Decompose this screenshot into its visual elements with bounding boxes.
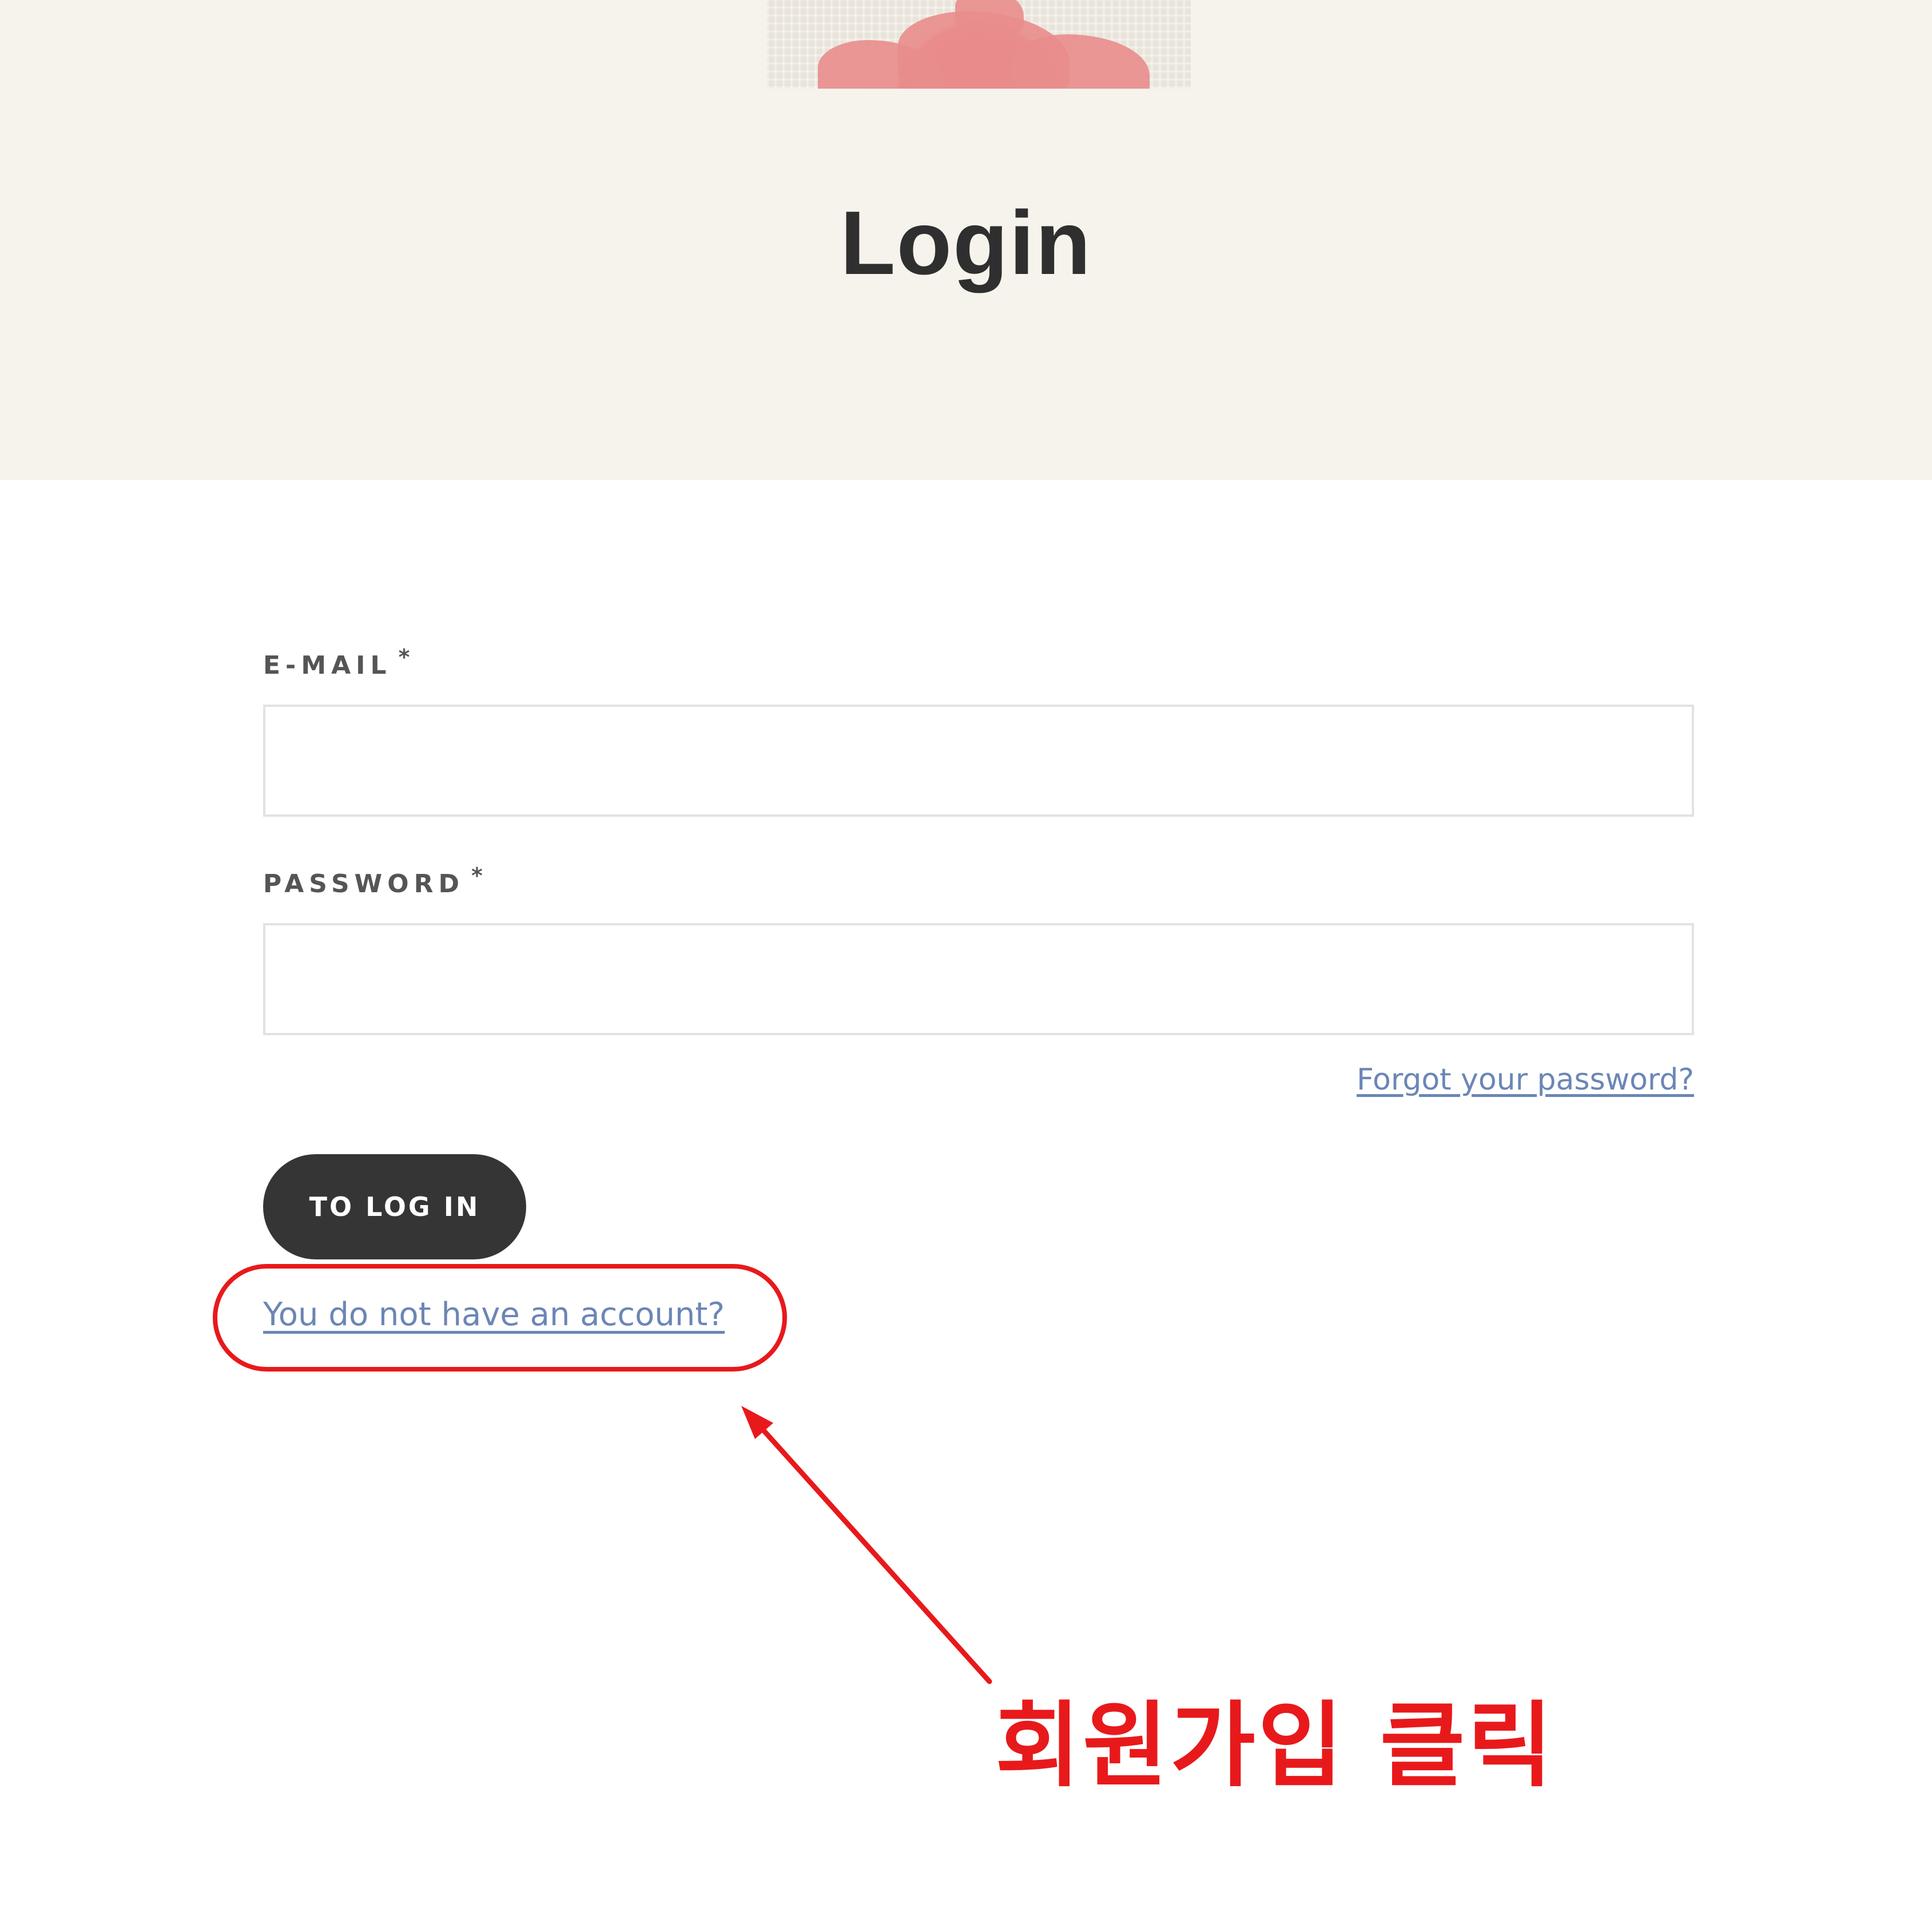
forgot-password-link[interactable]: Forgot your password? [1258, 1063, 1694, 1097]
password-required-mark: * [471, 863, 483, 888]
login-button[interactable]: TO LOG IN [263, 1154, 526, 1259]
password-label-text: PASSWORD [263, 869, 465, 899]
hero-banner: Login [0, 0, 1932, 480]
email-input[interactable] [263, 705, 1694, 817]
email-label-text: E-MAIL [263, 651, 392, 680]
page-title: Login [840, 193, 1092, 293]
password-label: PASSWORD * [263, 863, 483, 899]
annotation-arrow-head [741, 1406, 773, 1439]
login-page: Login E-MAIL * PASSWORD * Forgot your pass… [0, 0, 1932, 1932]
annotation-label: 회원가입 클릭 [995, 1692, 1555, 1800]
email-label: E-MAIL * [263, 645, 410, 680]
password-input[interactable] [263, 923, 1694, 1035]
signup-link[interactable]: You do not have an account? [263, 1296, 725, 1333]
hero-image [766, 0, 1191, 89]
annotation-arrow-line [751, 1417, 992, 1684]
email-required-mark: * [398, 645, 410, 670]
